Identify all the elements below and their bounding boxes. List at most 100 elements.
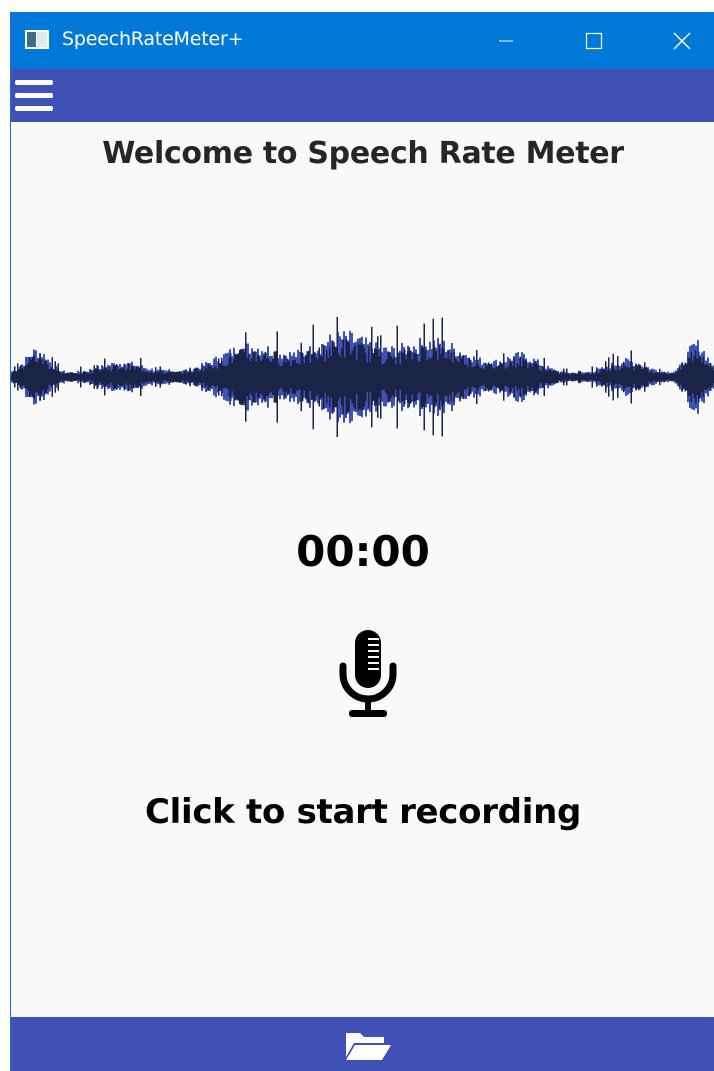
recording-timer: 00:00 bbox=[296, 527, 430, 576]
waveform-bar-dark bbox=[489, 364, 491, 390]
waveform-bar-dark bbox=[284, 356, 286, 398]
waveform-bar-dark bbox=[447, 350, 449, 404]
waveform-bar-dark bbox=[560, 372, 562, 382]
waveform-bar-dark bbox=[690, 351, 692, 403]
waveform-bar-dark bbox=[278, 363, 280, 391]
waveform-bar-dark bbox=[698, 351, 700, 403]
waveform-bar-dark bbox=[30, 359, 32, 395]
waveform-bar-dark bbox=[60, 373, 62, 381]
waveform-bar-dark bbox=[134, 369, 136, 385]
waveform-bar-dark bbox=[236, 354, 238, 400]
waveform-bar-dark bbox=[686, 363, 688, 391]
waveform-bar-dark bbox=[95, 368, 97, 386]
waveform-bar-dark bbox=[50, 368, 52, 386]
waveform-bar-dark bbox=[210, 366, 212, 388]
waveform-bar-dark bbox=[498, 364, 500, 390]
waveform-bar-dark bbox=[344, 357, 346, 397]
waveform-bar-dark bbox=[600, 368, 602, 386]
waveform-bar-dark bbox=[684, 362, 686, 392]
waveform-bar-dark bbox=[677, 371, 679, 383]
waveform-bar-dark bbox=[63, 373, 65, 381]
waveform-bar-dark bbox=[597, 373, 599, 381]
waveform-bar-dark bbox=[243, 351, 245, 403]
minimize-icon bbox=[499, 40, 513, 41]
waveform-bar-dark bbox=[621, 367, 623, 387]
open-folder-icon[interactable] bbox=[344, 1027, 392, 1063]
waveform-bar-dark bbox=[255, 361, 257, 393]
maximize-button[interactable] bbox=[562, 12, 626, 69]
close-button[interactable] bbox=[650, 12, 714, 69]
waveform-bar-dark bbox=[227, 364, 229, 390]
waveform-bar-dark bbox=[602, 369, 604, 385]
waveform-bar-dark bbox=[480, 368, 482, 386]
waveform-bar-dark bbox=[306, 351, 308, 403]
waveform-bar-dark bbox=[642, 368, 644, 386]
waveform-bar-dark bbox=[522, 358, 524, 396]
waveform-bar-dark bbox=[347, 341, 349, 413]
waveform-bar-dark bbox=[308, 350, 310, 404]
waveform-bar-dark bbox=[572, 372, 574, 382]
waveform-bar-dark bbox=[570, 373, 572, 381]
waveform-bar-dark bbox=[194, 368, 196, 386]
waveform-bar-dark bbox=[528, 363, 530, 391]
waveform-bar-dark bbox=[332, 340, 334, 414]
waveform-bar-dark bbox=[614, 369, 616, 385]
waveform-bar-dark bbox=[579, 371, 581, 383]
waveform-bar-dark bbox=[599, 372, 601, 382]
waveform-bar-dark bbox=[245, 332, 247, 422]
waveform-bar-dark bbox=[240, 348, 242, 406]
waveform-bar-dark bbox=[309, 363, 311, 391]
waveform-bar-dark bbox=[77, 374, 79, 380]
waveform-bar-dark bbox=[314, 352, 316, 402]
waveform-bar-dark bbox=[678, 367, 680, 387]
waveform-bar-dark bbox=[680, 369, 682, 385]
waveform-bar-dark bbox=[392, 358, 394, 396]
waveform-bar-dark bbox=[102, 369, 104, 385]
waveform-bar-dark bbox=[90, 369, 92, 385]
waveform-bar-dark bbox=[407, 351, 409, 403]
waveform-bar-dark bbox=[525, 359, 527, 395]
waveform-bar-dark bbox=[273, 351, 275, 403]
waveform-bar-dark bbox=[335, 346, 337, 408]
waveform-bar-dark bbox=[144, 371, 146, 383]
waveform-bar-dark bbox=[554, 370, 556, 384]
waveform-bar-dark bbox=[164, 373, 166, 381]
title-bar[interactable]: SpeechRateMeter+ bbox=[11, 12, 714, 69]
waveform-bar-dark bbox=[606, 371, 608, 383]
waveform-bar-dark bbox=[176, 371, 178, 383]
start-recording-prompt[interactable]: Click to start recording bbox=[11, 792, 714, 832]
waveform-bar-dark bbox=[222, 365, 224, 389]
minimize-button[interactable] bbox=[474, 12, 538, 69]
waveform-bar-dark bbox=[333, 346, 335, 408]
waveform-bar-dark bbox=[521, 366, 523, 388]
waveform-bar-dark bbox=[71, 372, 73, 382]
waveform-bar-dark bbox=[197, 369, 199, 385]
waveform-bar-dark bbox=[104, 358, 106, 396]
waveform-bar-dark bbox=[668, 374, 670, 380]
waveform-bar-dark bbox=[588, 373, 590, 381]
waveform-bar-dark bbox=[660, 372, 662, 382]
waveform-bar-dark bbox=[66, 372, 68, 382]
waveform-bar-dark bbox=[414, 352, 416, 402]
waveform-bar-dark bbox=[707, 364, 709, 390]
waveform-bar-dark bbox=[627, 367, 629, 387]
microphone-icon[interactable] bbox=[338, 630, 398, 722]
waveform-bar-dark bbox=[111, 368, 113, 386]
maximize-icon bbox=[585, 32, 603, 49]
waveform-bar-dark bbox=[476, 349, 478, 405]
waveform-bar-dark bbox=[212, 368, 214, 386]
waveform-bar-dark bbox=[549, 369, 551, 385]
waveform-bar-dark bbox=[374, 348, 376, 406]
waveform-bar-dark bbox=[266, 357, 268, 397]
waveform-bar-dark bbox=[584, 373, 586, 381]
window-title: SpeechRateMeter+ bbox=[62, 28, 244, 50]
waveform-bar-dark bbox=[375, 349, 377, 405]
waveform-bar-dark bbox=[135, 366, 137, 388]
hamburger-menu-icon[interactable] bbox=[15, 80, 53, 112]
waveform-bar-dark bbox=[596, 367, 598, 387]
waveform-bar-dark bbox=[492, 368, 494, 386]
waveform-bar-dark bbox=[567, 373, 569, 381]
waveform-bar-dark bbox=[648, 372, 650, 382]
waveform-bar-dark bbox=[18, 369, 20, 385]
waveform-bar-dark bbox=[116, 364, 118, 390]
